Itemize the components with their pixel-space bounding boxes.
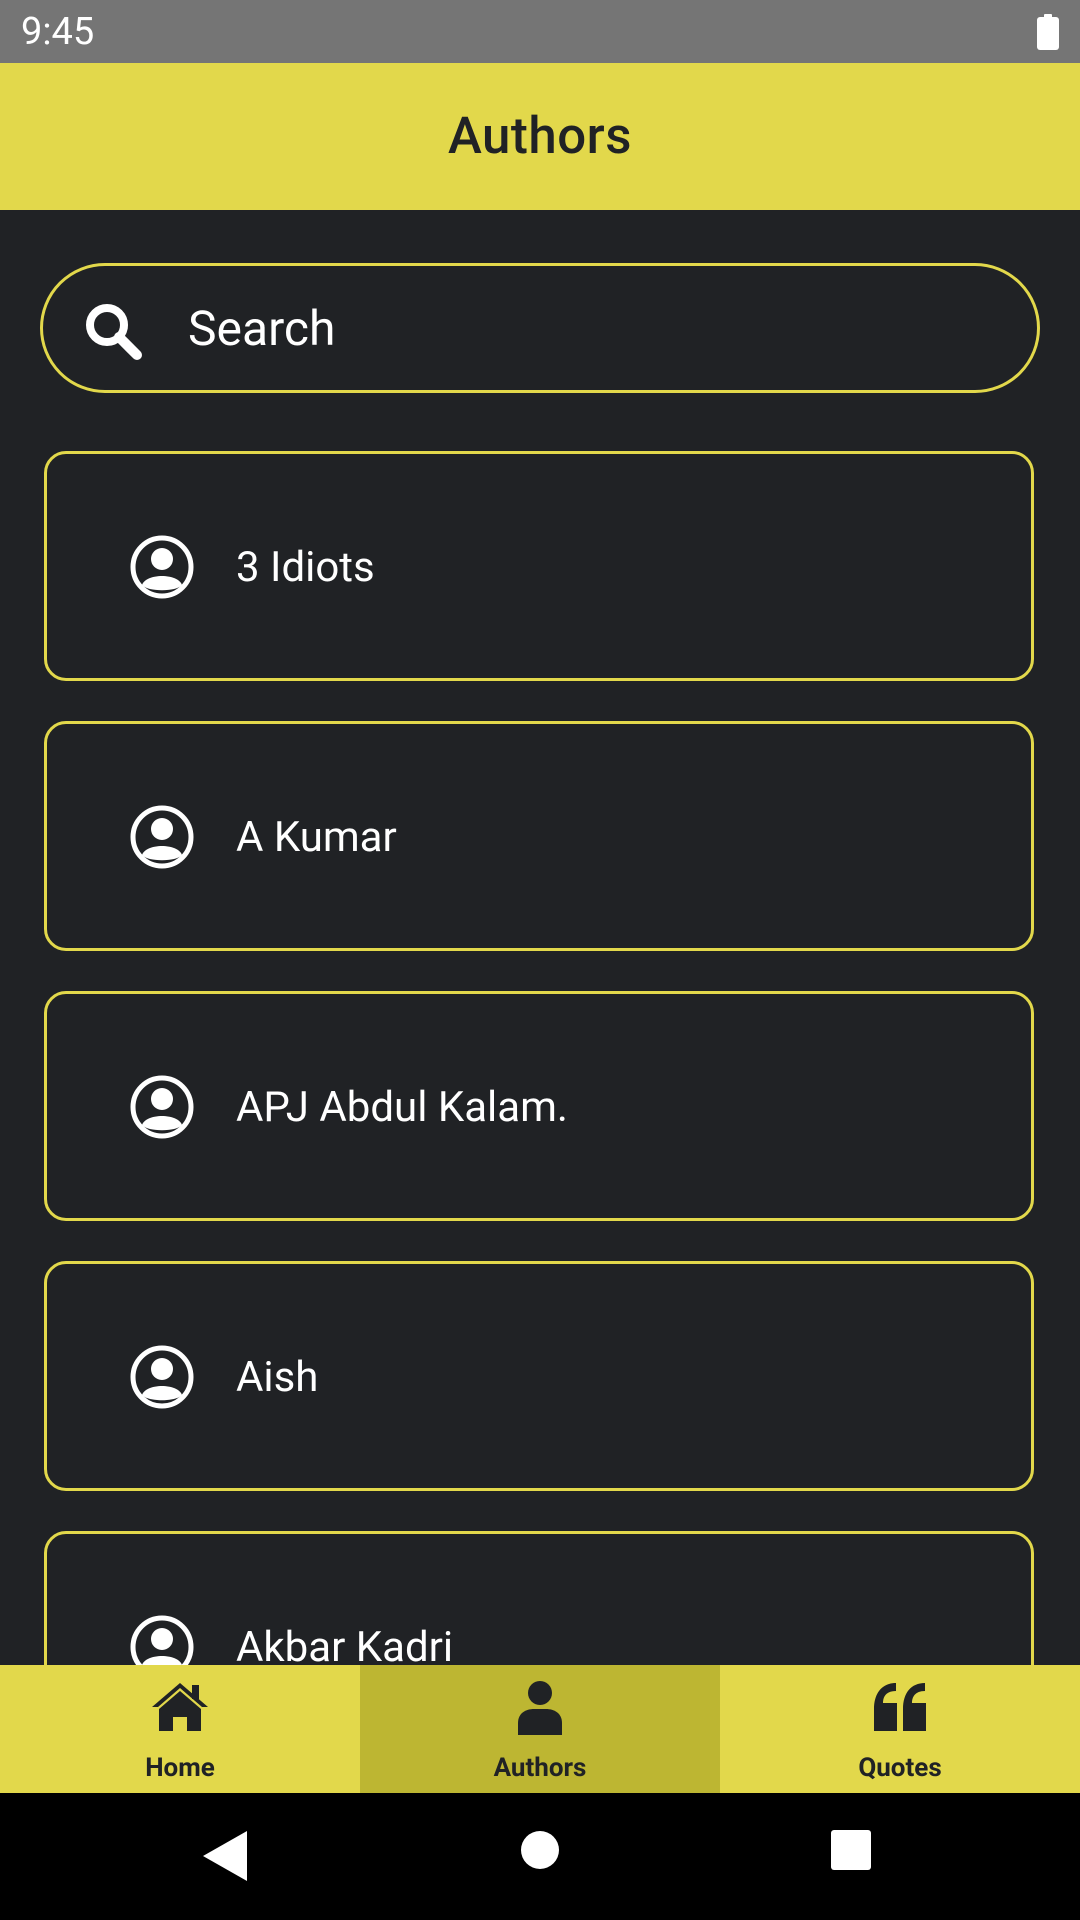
status-time: 9:45	[21, 10, 95, 54]
user-circle-icon	[130, 1615, 194, 1665]
content-area: 3 Idiots A Kumar APJ Abdul Kalam.	[0, 210, 1080, 1665]
author-card[interactable]: 3 Idiots	[44, 451, 1034, 681]
author-name: APJ Abdul Kalam.	[236, 1083, 569, 1132]
nav-label-home: Home	[145, 1753, 215, 1783]
author-name: Akbar Kadri	[236, 1623, 454, 1665]
home-circle-icon[interactable]	[521, 1831, 559, 1869]
user-circle-icon	[130, 805, 194, 869]
user-circle-icon	[130, 535, 194, 599]
nav-label-authors: Authors	[493, 1753, 587, 1783]
status-bar: 9:45	[0, 0, 1080, 63]
author-name: A Kumar	[236, 813, 397, 862]
author-card[interactable]: Akbar Kadri	[44, 1531, 1034, 1665]
app-bar: Authors	[0, 63, 1080, 210]
nav-item-authors[interactable]: Authors	[360, 1665, 720, 1793]
search-input[interactable]	[188, 286, 988, 370]
nav-item-home[interactable]: Home	[0, 1665, 360, 1793]
author-card[interactable]: APJ Abdul Kalam.	[44, 991, 1034, 1221]
user-circle-icon	[130, 1345, 194, 1409]
author-card[interactable]: Aish	[44, 1261, 1034, 1491]
search-box[interactable]	[40, 263, 1040, 393]
recents-square-icon[interactable]	[831, 1830, 871, 1870]
quote-icon	[874, 1683, 926, 1731]
nav-label-quotes: Quotes	[858, 1753, 942, 1783]
bottom-nav: Home Authors Quotes	[0, 1665, 1080, 1793]
system-nav-bar	[0, 1793, 1080, 1920]
nav-item-quotes[interactable]: Quotes	[720, 1665, 1080, 1793]
battery-icon	[1037, 14, 1059, 50]
home-icon	[152, 1683, 208, 1731]
search-icon	[86, 304, 142, 360]
user-circle-icon	[130, 1075, 194, 1139]
back-icon[interactable]	[203, 1831, 247, 1881]
author-name: 3 Idiots	[236, 543, 375, 592]
user-icon	[518, 1681, 562, 1735]
author-name: Aish	[236, 1353, 319, 1402]
author-card[interactable]: A Kumar	[44, 721, 1034, 951]
author-list: 3 Idiots A Kumar APJ Abdul Kalam. Aish A…	[44, 451, 1034, 1665]
page-title: Authors	[448, 107, 632, 166]
